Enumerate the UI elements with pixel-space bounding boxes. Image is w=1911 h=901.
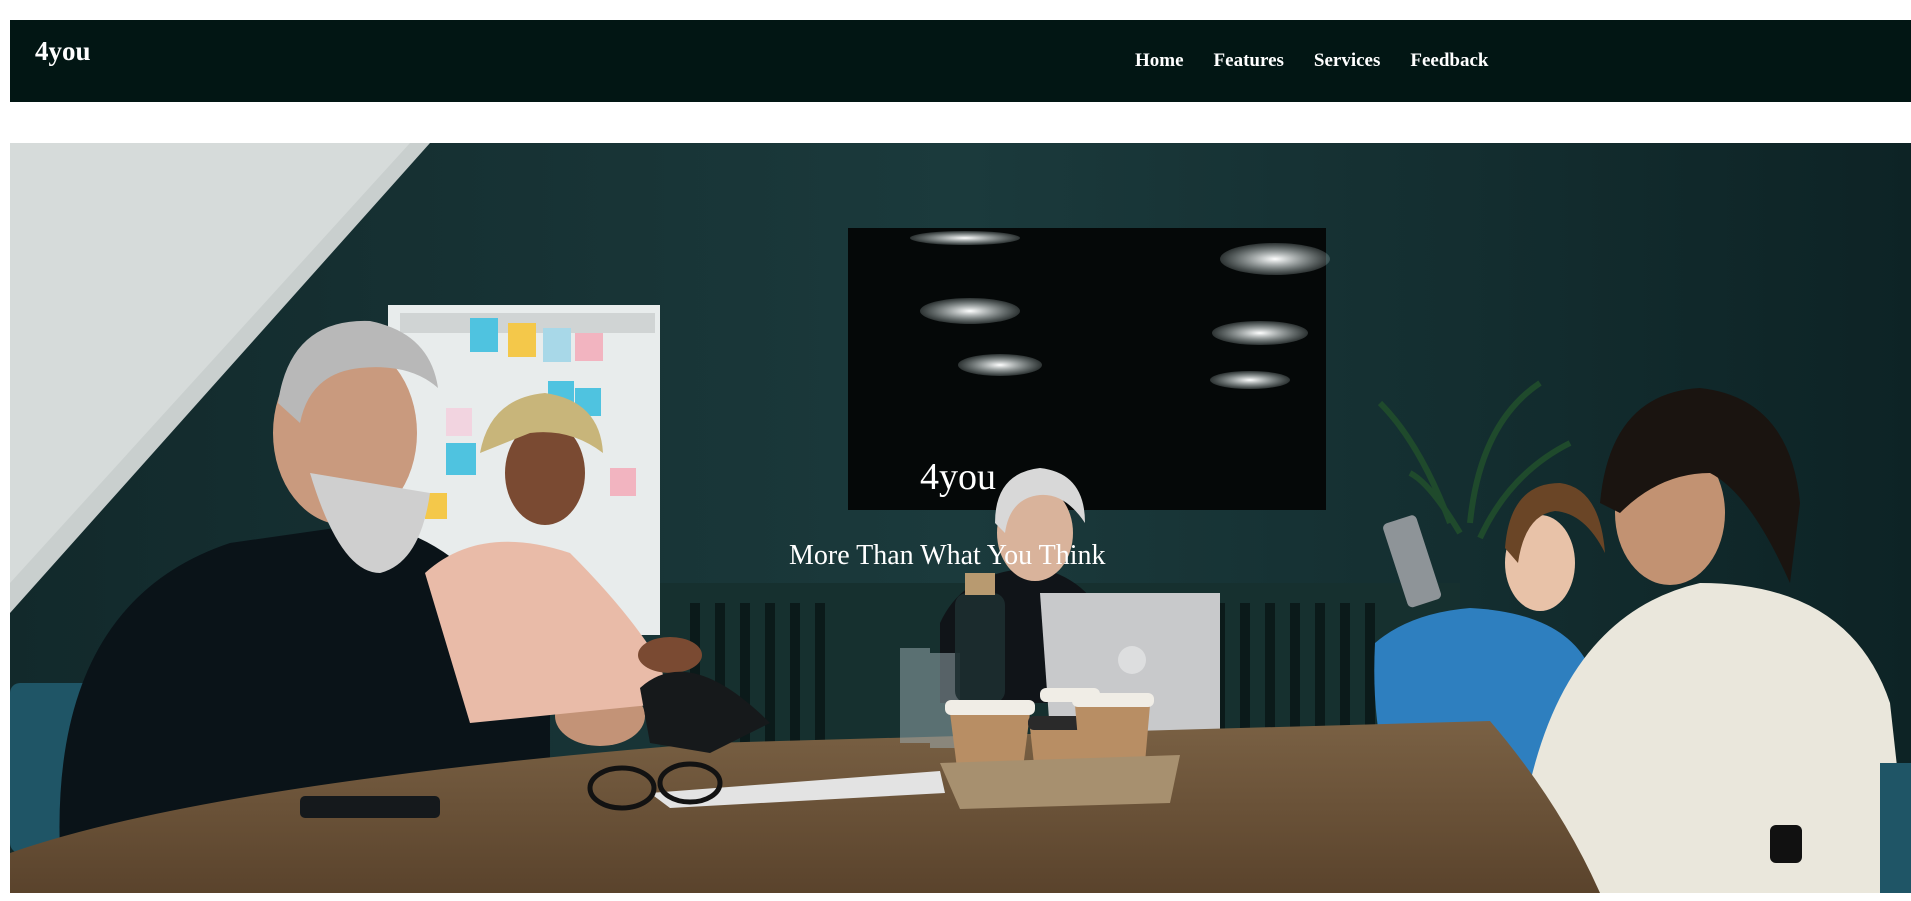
- nav-link-services[interactable]: Services: [1314, 50, 1380, 71]
- nav-item-home: Home: [1135, 50, 1184, 72]
- nav-link-home[interactable]: Home: [1135, 50, 1184, 71]
- nav-item-feedback: Feedback: [1410, 50, 1488, 72]
- nav-item-services: Services: [1314, 50, 1380, 72]
- nav-link-feedback[interactable]: Feedback: [1410, 50, 1488, 71]
- nav-item-features: Features: [1214, 50, 1284, 72]
- nav-link-features[interactable]: Features: [1214, 50, 1284, 71]
- hero-subtitle: More Than What You Think: [789, 540, 1106, 571]
- hero-title: 4you: [920, 456, 996, 498]
- hero-section: 4you More Than What You Think: [10, 143, 1911, 893]
- navbar: 4you Home Features Services Feedback: [10, 20, 1911, 102]
- brand-logo[interactable]: 4you: [35, 36, 91, 67]
- nav-links: Home Features Services Feedback: [1135, 50, 1489, 72]
- hero-background-image: [10, 143, 1911, 893]
